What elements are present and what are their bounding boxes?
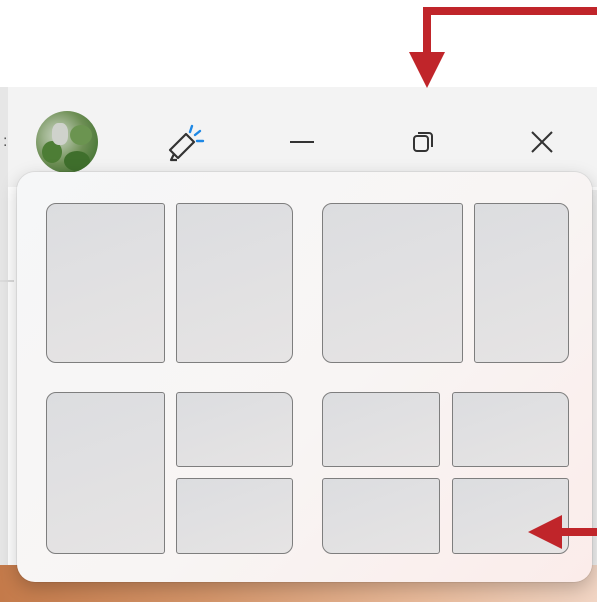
snap-zone-quadrant-top-left[interactable] bbox=[322, 392, 440, 467]
celebrate-button[interactable] bbox=[154, 112, 214, 172]
snap-layout-two-equal-columns bbox=[46, 203, 293, 363]
snap-zone-right-half[interactable] bbox=[176, 203, 293, 363]
avatar-foliage bbox=[64, 151, 90, 171]
snap-layout-left-column-right-split bbox=[46, 392, 293, 554]
snap-layouts-flyout bbox=[17, 172, 592, 582]
snap-layout-two-columns-wide-left bbox=[322, 203, 569, 363]
minimize-icon bbox=[290, 141, 314, 143]
window-content-divider bbox=[0, 280, 14, 282]
snap-zone-quadrant-bottom-left[interactable] bbox=[322, 478, 440, 554]
megaphone-icon bbox=[168, 124, 205, 162]
close-button[interactable] bbox=[512, 112, 572, 172]
restore-icon bbox=[413, 132, 433, 152]
snap-zone-narrow-right[interactable] bbox=[474, 203, 569, 363]
snap-zone-left-column[interactable] bbox=[46, 392, 165, 554]
window-left-edge bbox=[0, 87, 8, 602]
snap-zone-bottom-right[interactable] bbox=[176, 478, 293, 554]
restore-button[interactable] bbox=[394, 112, 454, 172]
avatar[interactable] bbox=[36, 111, 98, 173]
snap-zone-wide-left[interactable] bbox=[322, 203, 463, 363]
snap-zone-quadrant-top-right[interactable] bbox=[452, 392, 569, 467]
overflow-menu-icon[interactable]: : bbox=[3, 133, 9, 151]
minimize-button[interactable] bbox=[272, 112, 332, 172]
arrow-to-restore-button bbox=[409, 7, 597, 88]
snap-zone-top-right[interactable] bbox=[176, 392, 293, 467]
screenshot-stage: : bbox=[0, 0, 597, 602]
snap-zone-left-half[interactable] bbox=[46, 203, 165, 363]
arrow-to-snap-zone bbox=[528, 515, 597, 549]
avatar-foliage bbox=[70, 125, 92, 145]
avatar-statue bbox=[52, 123, 68, 145]
close-icon bbox=[531, 131, 553, 153]
